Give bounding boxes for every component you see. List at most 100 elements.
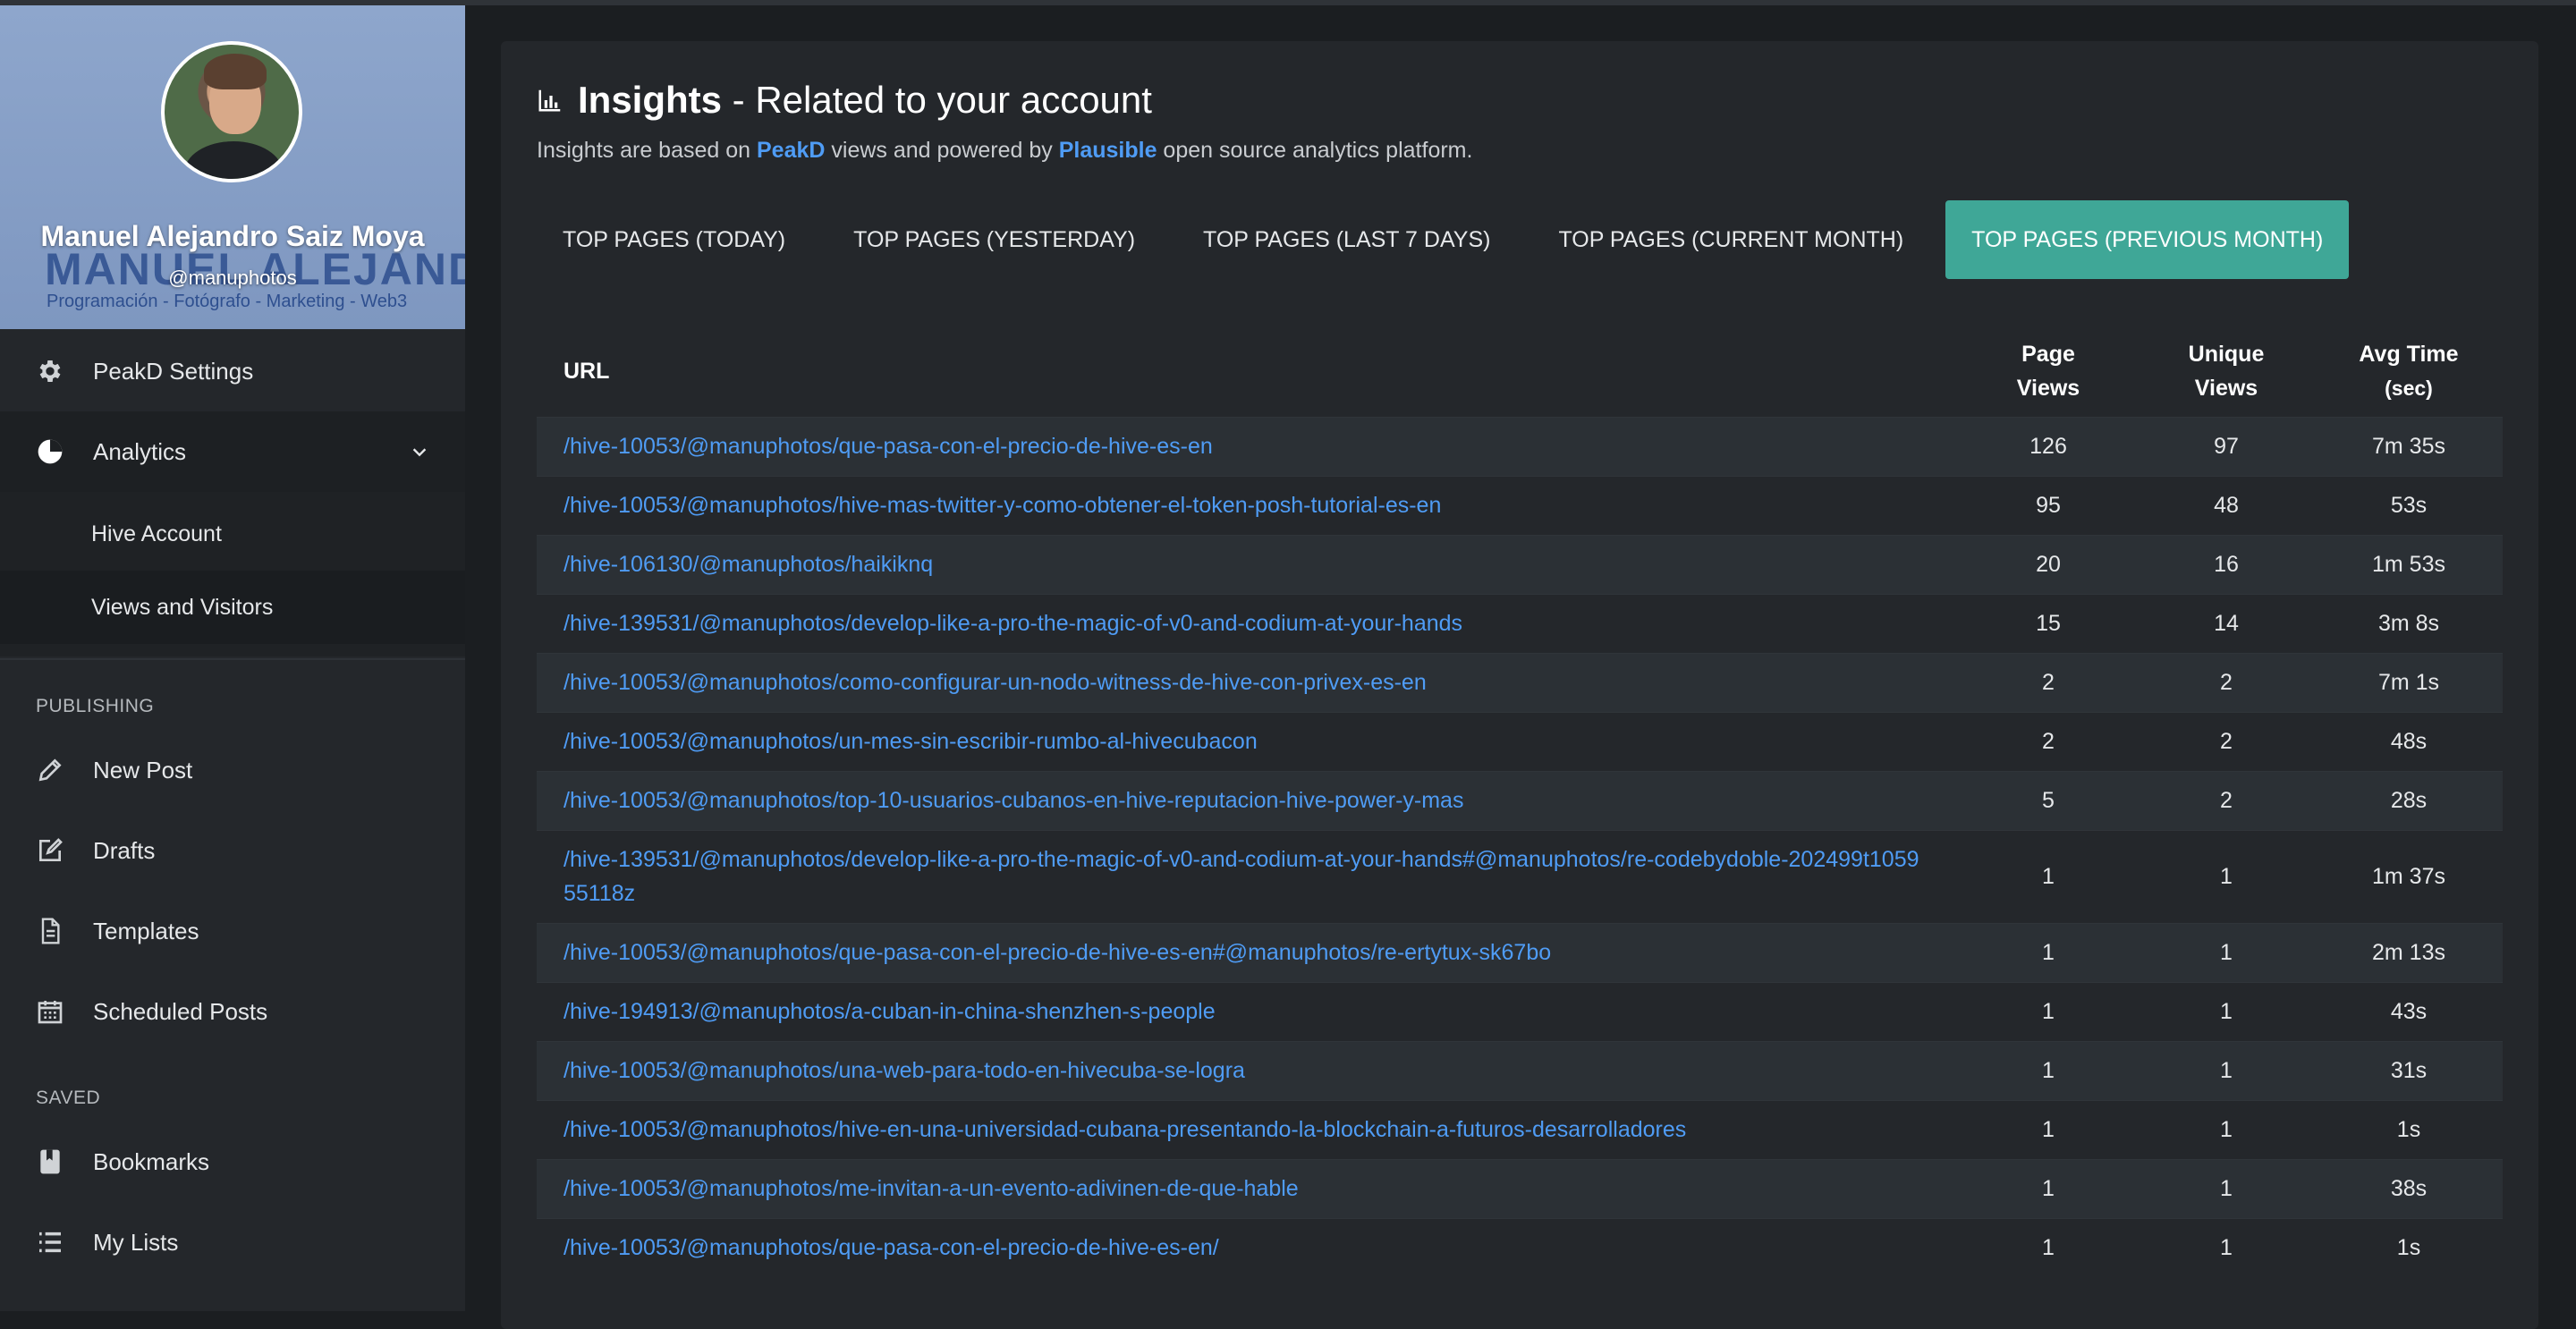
avatar[interactable] [161,41,302,182]
table-row: /hive-10053/@manuphotos/hive-mas-twitter… [537,475,2503,535]
header-page-views: Page Views [1959,326,2138,417]
page-views-cell: 1 [1959,981,2138,1041]
tab-yesterday[interactable]: TOP PAGES (YESTERDAY) [827,200,1161,279]
sidebar-item-bookmarks[interactable]: Bookmarks [0,1122,465,1202]
avg-time-cell: 3m 8s [2315,593,2503,653]
avg-time-cell: 2m 13s [2315,922,2503,982]
sidebar-item-hive-account[interactable]: Hive Account [0,497,465,571]
table-row: /hive-194913/@manuphotos/a-cuban-in-chin… [537,981,2503,1041]
url-link[interactable]: /hive-10053/@manuphotos/hive-mas-twitter… [537,475,1959,535]
table-body: /hive-10053/@manuphotos/que-pasa-con-el-… [537,416,2503,1277]
sidebar-item-peakd-settings[interactable]: PeakD Settings [0,331,465,411]
sidebar-item-label: Bookmarks [93,1147,210,1175]
unique-views-cell: 1 [2138,922,2315,982]
unique-views-cell: 1 [2138,981,2315,1041]
url-link[interactable]: /hive-10053/@manuphotos/que-pasa-con-el-… [537,416,1959,476]
page-views-cell: 5 [1959,770,2138,830]
avg-time-cell: 38s [2315,1158,2503,1218]
avg-time-cell: 1m 37s [2315,829,2503,923]
chevron-down-icon[interactable] [410,440,429,468]
header-text: Page [2021,341,2075,367]
list-icon [34,1226,66,1258]
unique-views-cell: 1 [2138,1040,2315,1100]
sidebar-item-views-and-visitors[interactable]: Views and Visitors [0,571,465,644]
page-views-cell: 15 [1959,593,2138,653]
gear-icon [34,355,66,387]
url-link[interactable]: /hive-194913/@manuphotos/a-cuban-in-chin… [537,981,1959,1041]
subtitle-text: open source analytics platform. [1157,138,1473,163]
sidebar-item-my-lists[interactable]: My Lists [0,1202,465,1282]
unique-views-cell: 1 [2138,1158,2315,1218]
sidebar-item-drafts[interactable]: Drafts [0,810,465,891]
page-views-cell: 95 [1959,475,2138,535]
section-label-publishing: PUBLISHING [36,696,155,716]
table-row: /hive-10053/@manuphotos/que-pasa-con-el-… [537,416,2503,476]
url-link[interactable]: /hive-106130/@manuphotos/haikiknq [537,534,1959,594]
calendar-icon [34,995,66,1028]
profile-name[interactable]: Manuel Alejandro Saiz Moya [0,220,465,253]
unique-views-cell: 97 [2138,416,2315,476]
url-link[interactable]: /hive-10053/@manuphotos/un-mes-sin-escri… [537,711,1959,771]
avg-time-cell: 53s [2315,475,2503,535]
pencil-icon [34,754,66,786]
sidebar: MANUEL ALEJANDRO Programación - Fotógraf… [0,5,465,1311]
subtitle-text: Insights are based on [537,138,757,163]
url-link[interactable]: /hive-10053/@manuphotos/como-configurar-… [537,652,1959,712]
sidebar-item-label: PeakD Settings [93,357,254,385]
page-views-cell: 1 [1959,829,2138,923]
unique-views-cell: 1 [2138,1099,2315,1159]
avg-time-cell: 31s [2315,1040,2503,1100]
sidebar-item-label: Templates [93,917,199,944]
tab-previous-month[interactable]: TOP PAGES (PREVIOUS MONTH) [1945,200,2350,279]
table-row: /hive-10053/@manuphotos/hive-en-una-univ… [537,1099,2503,1159]
sidebar-item-label: New Post [93,756,193,783]
sidebar-item-label: Analytics [93,437,187,465]
subtitle-text: views and powered by [825,138,1059,163]
unique-views-cell: 2 [2138,711,2315,771]
url-link[interactable]: /hive-10053/@manuphotos/que-pasa-con-el-… [537,1217,1959,1277]
url-link[interactable]: /hive-10053/@manuphotos/me-invitan-a-un-… [537,1158,1959,1218]
tab-last-7-days[interactable]: TOP PAGES (LAST 7 DAYS) [1177,200,1516,279]
avg-time-cell: 1m 53s [2315,534,2503,594]
avg-time-cell: 48s [2315,711,2503,771]
table-row: /hive-10053/@manuphotos/me-invitan-a-un-… [537,1158,2503,1218]
avg-time-cell: 7m 1s [2315,652,2503,712]
peakd-link[interactable]: PeakD [757,138,825,163]
avg-time-cell: 43s [2315,981,2503,1041]
page-views-cell: 1 [1959,922,2138,982]
header-text: (sec) [2385,376,2433,400]
header-avg-time: Avg Time (sec) [2315,326,2503,417]
sidebar-item-templates[interactable]: Templates [0,891,465,971]
page-title: Insights - Related to your account [537,79,1152,122]
tab-today[interactable]: TOP PAGES (TODAY) [537,200,811,279]
sidebar-item-label: Scheduled Posts [93,997,268,1025]
title-rest: - Related to your account [722,79,1152,121]
sidebar-item-analytics[interactable]: Analytics [0,411,465,492]
table-row: /hive-10053/@manuphotos/que-pasa-con-el-… [537,922,2503,982]
title-strong: Insights [578,79,723,121]
avg-time-cell: 28s [2315,770,2503,830]
edit-square-icon [34,834,66,867]
table-row: /hive-10053/@manuphotos/que-pasa-con-el-… [537,1217,2503,1277]
header-text: Views [2194,375,2258,401]
top-pages-table: URL Page Views Unique Views Avg Time (sec) … [537,326,2503,1277]
sidebar-item-scheduled-posts[interactable]: Scheduled Posts [0,971,465,1052]
sidebar-item-label: Drafts [93,836,156,864]
url-link[interactable]: /hive-139531/@manuphotos/develop-like-a-… [537,829,1959,923]
url-link[interactable]: /hive-10053/@manuphotos/top-10-usuarios-… [537,770,1959,830]
page-views-cell: 20 [1959,534,2138,594]
url-link[interactable]: /hive-10053/@manuphotos/que-pasa-con-el-… [537,922,1959,982]
url-link[interactable]: /hive-10053/@manuphotos/hive-en-una-univ… [537,1099,1959,1159]
header-text: Views [2016,375,2080,401]
unique-views-cell: 2 [2138,770,2315,830]
url-link[interactable]: /hive-139531/@manuphotos/develop-like-a-… [537,593,1959,653]
tab-current-month[interactable]: TOP PAGES (CURRENT MONTH) [1532,200,1929,279]
pie-chart-icon [34,436,66,468]
table-row: /hive-139531/@manuphotos/develop-like-a-… [537,593,2503,653]
sidebar-item-new-post[interactable]: New Post [0,730,465,810]
unique-views-cell: 16 [2138,534,2315,594]
url-link[interactable]: /hive-10053/@manuphotos/una-web-para-tod… [537,1040,1959,1100]
plausible-link[interactable]: Plausible [1059,138,1157,163]
profile-handle[interactable]: @manuphotos [0,267,465,290]
header-url: URL [564,358,610,384]
